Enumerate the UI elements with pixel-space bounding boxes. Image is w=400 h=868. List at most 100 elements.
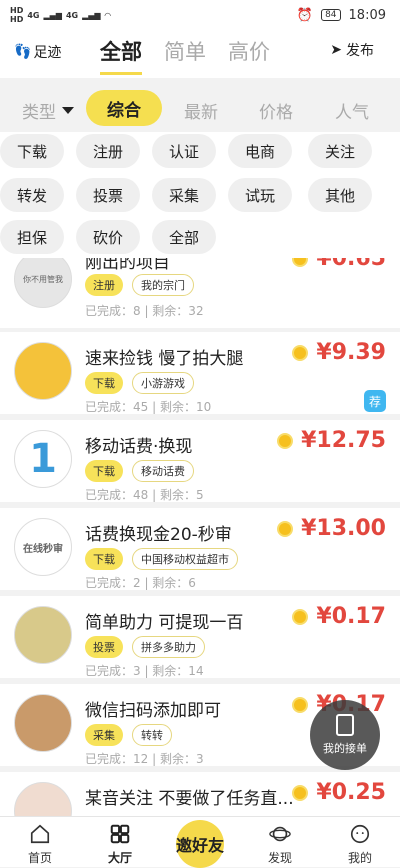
signal-icon: ▂▄▆ [82, 10, 101, 20]
task-card[interactable]: 1 移动话费·换现 ¥12.75 下载 移动话费 已完成：48 | 剩余：5 [0, 420, 400, 502]
avatar-text: 你不用管我 [23, 274, 63, 284]
category-grid: 下载 注册 认证 电商 关注 转发 投票 采集 试玩 其他 担保 砍价 全部 [0, 132, 400, 260]
task-avatar: 在线秒审 [14, 518, 72, 576]
price-value: ¥0.65 [316, 258, 386, 271]
top-header: 👣 足迹 全部 简单 高价 ➤ 发布 [0, 30, 400, 78]
alarm-icon: ⏰ [296, 7, 314, 23]
task-card[interactable]: 速来捡钱 慢了拍大腿 ¥9.39 下载 小游游戏 已完成：45 | 剩余：10 … [0, 332, 400, 414]
signal-icon: ▂▄▆ [43, 10, 62, 20]
category-chip[interactable]: 砍价 [76, 220, 140, 254]
price-value: ¥9.39 [316, 340, 386, 365]
sort-comprehensive[interactable]: 综合 [86, 90, 162, 126]
task-card[interactable]: 你不用管我 刚出的项目 ¥0.65 注册 我的宗门 已完成：8 | 剩余：32 [0, 258, 400, 328]
recommend-badge: 荐 [364, 390, 386, 412]
tab-simple[interactable]: 简单 [164, 36, 206, 75]
category-chip[interactable]: 电商 [228, 134, 292, 168]
task-price: ¥0.25 [292, 780, 386, 805]
category-chip[interactable]: 认证 [152, 134, 216, 168]
tab-home[interactable]: 首页 [10, 823, 70, 866]
category-chip[interactable]: 投票 [76, 178, 140, 212]
tab-home-label: 首页 [27, 851, 52, 865]
tab-discover[interactable]: 发现 [250, 823, 310, 866]
invite-friends-button[interactable]: 邀好友 [176, 820, 224, 868]
task-price: ¥9.39 [292, 340, 386, 365]
coin-icon [292, 784, 309, 801]
tab-high-price[interactable]: 高价 [228, 36, 270, 75]
task-title: 移动话费·换现 [85, 437, 193, 457]
grid-icon [110, 824, 130, 844]
sort-price[interactable]: 价格 [259, 98, 293, 123]
task-title: 速来捡钱 慢了拍大腿 [85, 349, 244, 369]
task-stats: 已完成：3 | 剩余：14 [85, 664, 204, 678]
category-chip[interactable]: 关注 [308, 134, 372, 168]
avatar-text: 1 [29, 436, 57, 482]
document-icon [336, 714, 354, 736]
task-price: ¥0.65 [292, 258, 386, 271]
type-dropdown[interactable]: 类型 [22, 98, 74, 123]
footprint-label: 足迹 [33, 45, 62, 61]
type-label: 类型 [22, 103, 56, 123]
status-bar: HD HD 4G ▂▄▆ 4G ▂▄▆ ◠ ⏰ 84 18:09 [0, 0, 400, 30]
task-title: 简单助力 可提现一百 [85, 613, 244, 633]
category-chip[interactable]: 注册 [76, 134, 140, 168]
clock: 18:09 [348, 7, 386, 23]
task-title: 某音关注 不要做了任务直... [85, 789, 294, 809]
task-type-tag: 注册 [85, 274, 123, 296]
my-orders-button[interactable]: 我的接单 [310, 700, 380, 770]
paper-plane-icon: ➤ [330, 42, 342, 58]
task-type-tag: 下载 [85, 372, 123, 394]
category-chip[interactable]: 转发 [0, 178, 64, 212]
task-card[interactable]: 简单助力 可提现一百 ¥0.17 投票 拼多多助力 已完成：3 | 剩余：14 [0, 596, 400, 678]
avatar-text: 在线秒审 [23, 543, 63, 555]
task-subtype-tag: 小游游戏 [132, 372, 194, 394]
battery-indicator: 84 [321, 9, 341, 21]
task-subtype-tag: 转转 [132, 724, 172, 746]
task-type-tag: 下载 [85, 460, 123, 482]
task-type-tag: 投票 [85, 636, 123, 658]
category-chip[interactable]: 担保 [0, 220, 64, 254]
task-stats: 已完成：8 | 剩余：32 [85, 304, 204, 318]
category-chip[interactable]: 采集 [152, 178, 216, 212]
sort-popularity[interactable]: 人气 [335, 98, 369, 123]
tab-me[interactable]: 我的 [330, 823, 390, 866]
coin-icon [292, 696, 309, 713]
signal-label: 4G [65, 10, 79, 20]
tab-hall[interactable]: 大厅 [90, 823, 150, 866]
price-value: ¥13.00 [301, 516, 386, 541]
task-price: ¥0.17 [292, 604, 386, 629]
price-value: ¥12.75 [301, 428, 386, 453]
task-stats: 已完成：12 | 剩余：3 [85, 752, 204, 766]
task-card[interactable]: 在线秒审 话费换现金20-秒审 ¥13.00 下载 中国移动权益超市 已完成：2… [0, 508, 400, 590]
category-chip[interactable]: 其他 [308, 178, 372, 212]
planet-icon [269, 826, 291, 842]
task-title: 微信扫码添加即可 [85, 701, 221, 721]
tab-all[interactable]: 全部 [100, 36, 142, 75]
footprint-button[interactable]: 👣 足迹 [14, 42, 61, 62]
signal-label: 4G [27, 10, 40, 20]
task-type-tag: 采集 [85, 724, 123, 746]
home-icon [30, 824, 50, 844]
task-avatar [14, 606, 72, 664]
task-subtype-tag: 移动话费 [132, 460, 194, 482]
task-card[interactable]: 某音关注 不要做了任务直... ¥0.25 [0, 772, 400, 816]
my-orders-label: 我的接单 [323, 742, 367, 755]
task-avatar: 1 [14, 430, 72, 488]
coin-icon [277, 432, 294, 449]
task-avatar [14, 342, 72, 400]
category-chip[interactable]: 下载 [0, 134, 64, 168]
task-price: ¥13.00 [277, 516, 386, 541]
tab-hall-label: 大厅 [107, 851, 132, 865]
publish-label: 发布 [346, 43, 374, 59]
task-avatar [14, 782, 72, 816]
task-stats: 已完成：45 | 剩余：10 [85, 400, 212, 414]
task-avatar: 你不用管我 [14, 258, 72, 308]
task-title: 话费换现金20-秒审 [85, 525, 232, 545]
publish-button[interactable]: ➤ 发布 [330, 40, 374, 60]
category-chip[interactable]: 试玩 [228, 178, 292, 212]
hd-badge: HD [10, 6, 24, 15]
task-subtype-tag: 我的宗门 [132, 274, 194, 296]
category-chip[interactable]: 全部 [152, 220, 216, 254]
sort-latest[interactable]: 最新 [184, 98, 218, 123]
task-subtype-tag: 中国移动权益超市 [132, 548, 238, 570]
task-price: ¥12.75 [277, 428, 386, 453]
